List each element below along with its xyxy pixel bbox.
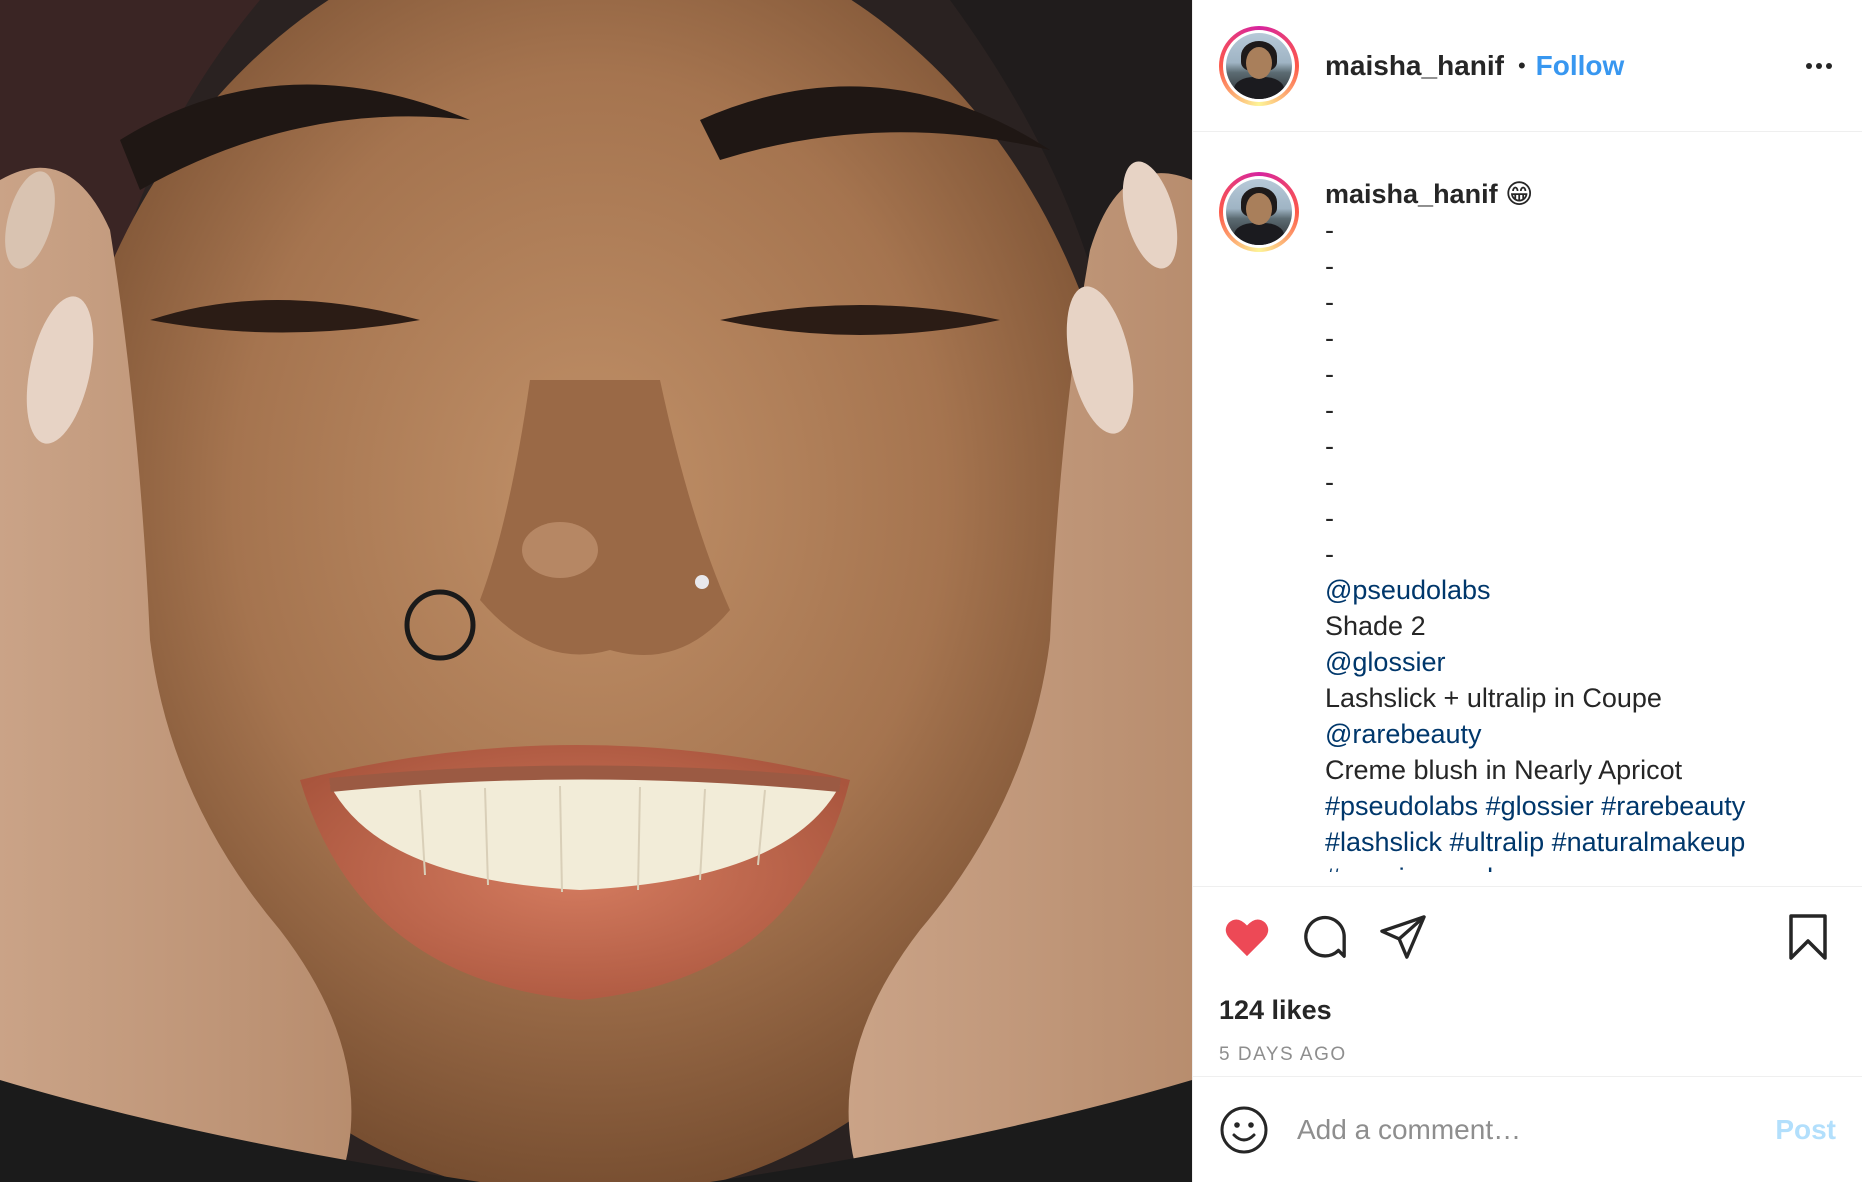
caption-link[interactable]: @pseudolabs <box>1325 572 1745 608</box>
caption-line: Lashslick + ultralip in Coupe <box>1325 683 1662 713</box>
caption-line: - <box>1325 395 1334 425</box>
caption-link[interactable]: @rarebeauty <box>1325 716 1745 752</box>
post-header: maisha_hanif • Follow <box>1193 0 1862 132</box>
caption-line: - <box>1325 359 1334 389</box>
post-timestamp[interactable]: 5 DAYS AGO <box>1219 1044 1836 1066</box>
caption-line: - <box>1325 251 1334 281</box>
caption-line: - <box>1325 323 1334 353</box>
caption-line: - <box>1325 287 1334 317</box>
likes-count[interactable]: 124 likes <box>1219 995 1836 1026</box>
portrait-illustration <box>0 0 1192 1182</box>
avatar-image <box>1226 32 1292 99</box>
follow-button[interactable]: Follow <box>1536 50 1625 82</box>
post-details-panel: maisha_hanif • Follow maisha_hanif 😁 - - -… <box>1192 0 1862 1182</box>
caption-section: maisha_hanif 😁 - - - - - - - - - - @pseudolabs Shad… <box>1193 132 1862 886</box>
avatar-image <box>1226 179 1292 245</box>
caption-lines: - - - - - - - - - - @pseudolabs Shade 2 @glossier Las… <box>1325 212 1745 886</box>
caption-username[interactable]: maisha_hanif <box>1325 179 1498 209</box>
caption-line: - <box>1325 503 1334 533</box>
post-photo[interactable] <box>0 0 1192 1182</box>
bookmark-icon[interactable] <box>1780 909 1836 965</box>
grin-emoji: 😁 <box>1505 179 1534 209</box>
caption-link[interactable]: @glossier <box>1325 644 1745 680</box>
emoji-icon[interactable] <box>1219 1105 1269 1155</box>
caption-line: - <box>1325 467 1334 497</box>
comment-input[interactable] <box>1295 1112 1776 1147</box>
caption-link[interactable]: #pseudolabs #glossier #rarebeauty <box>1325 788 1745 824</box>
caption-line: - <box>1325 539 1334 569</box>
caption-line: - <box>1325 431 1334 461</box>
caption-link[interactable]: #lashslick #ultralip #naturalmakeup <box>1325 824 1745 860</box>
share-icon[interactable] <box>1375 909 1431 965</box>
comment-bar: Post <box>1193 1076 1862 1182</box>
more-options-icon[interactable] <box>1806 62 1832 69</box>
header-username[interactable]: maisha_hanif <box>1325 50 1504 82</box>
post-button[interactable]: Post <box>1775 1114 1836 1146</box>
comment-icon[interactable] <box>1297 909 1353 965</box>
avatar[interactable] <box>1219 25 1299 106</box>
heart-filled-icon[interactable] <box>1219 909 1275 965</box>
action-icons-row <box>1219 887 1836 987</box>
caption-avatar[interactable] <box>1219 172 1299 252</box>
caption-line: Creme blush in Nearly Apricot <box>1325 755 1683 785</box>
caption-line: - <box>1325 215 1334 245</box>
caption-text: maisha_hanif 😁 - - - - - - - - - - @pseudolabs Shad… <box>1325 172 1745 886</box>
separator-dot: • <box>1517 52 1526 78</box>
caption-line: Shade 2 <box>1325 611 1426 641</box>
post-actions: 124 likes 5 DAYS AGO <box>1193 886 1862 1076</box>
